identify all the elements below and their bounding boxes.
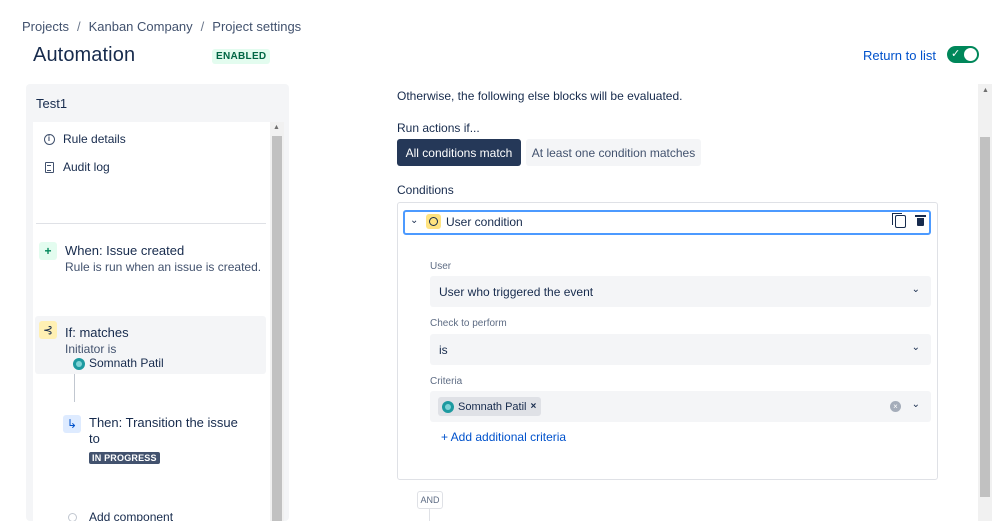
chevron-down-icon[interactable]: ⌄ — [410, 215, 418, 226]
status-lozenge: IN PROGRESS — [89, 452, 160, 464]
add-dot-icon — [68, 512, 77, 521]
status-badge: ENABLED — [212, 49, 271, 64]
rule-sidebar: Test1 i Rule details Audit log + When: I… — [26, 84, 289, 521]
scroll-up-icon[interactable]: ▲ — [982, 87, 989, 94]
audit-log-label: Audit log — [63, 160, 110, 174]
breadcrumb-separator: / — [200, 19, 205, 34]
else-description: Otherwise, the following else blocks wil… — [397, 89, 683, 103]
trigger-component[interactable]: + When: Issue created Rule is run when a… — [33, 242, 266, 282]
connector-line — [429, 509, 430, 521]
main-scrollbar[interactable]: ▲ — [978, 84, 992, 521]
condition-title: If: matches — [65, 325, 129, 340]
chevron-down-icon: ⌄ — [911, 284, 920, 295]
criteria-field-label: Criteria — [430, 376, 463, 387]
breadcrumb-project-settings[interactable]: Project settings — [212, 19, 301, 34]
main-scroll-thumb[interactable] — [980, 137, 990, 497]
user-select-value: User who triggered the event — [439, 285, 594, 299]
rule-details-item[interactable]: i Rule details — [43, 132, 126, 146]
breadcrumb-separator: / — [76, 19, 81, 34]
check-select[interactable]: is ⌄ — [430, 334, 931, 365]
page-title: Automation — [33, 44, 136, 66]
scroll-up-icon[interactable]: ▲ — [273, 124, 280, 131]
add-component-button[interactable]: Add component — [68, 510, 173, 521]
document-icon — [43, 161, 55, 173]
trigger-description: Rule is run when an issue is created. — [65, 260, 262, 274]
condition-user-name: Somnath Patil — [89, 356, 164, 370]
copy-icon[interactable] — [892, 213, 906, 228]
run-actions-label: Run actions if... — [397, 121, 480, 135]
sidebar-scrollbar[interactable]: ▲ — [270, 122, 284, 521]
user-field-label: User — [430, 261, 452, 272]
user-icon — [426, 214, 441, 229]
audit-log-item[interactable]: Audit log — [43, 160, 110, 174]
connector-line — [74, 374, 75, 402]
condition-user: Somnath Patil — [73, 356, 164, 370]
and-badge: AND — [417, 491, 443, 509]
component-list: i Rule details Audit log + When: Issue c… — [33, 122, 270, 521]
action-title: Then: Transition the issue to — [89, 415, 238, 446]
breadcrumb-kanban-company[interactable]: Kanban Company — [89, 19, 193, 34]
avatar — [73, 357, 85, 370]
avatar — [442, 400, 454, 413]
branch-icon: ⊰ — [39, 321, 57, 339]
criteria-tag: Somnath Patil × — [438, 397, 542, 416]
condition-header[interactable]: ⌄ User condition — [403, 210, 931, 235]
user-condition-card: ⌄ User condition User User who triggered… — [397, 202, 938, 480]
chevron-down-icon: ⌄ — [911, 342, 920, 353]
criteria-tag-label: Somnath Patil — [458, 400, 527, 413]
criteria-multiselect[interactable]: Somnath Patil × × ⌄ — [430, 391, 931, 422]
divider — [36, 223, 266, 224]
user-select[interactable]: User who triggered the event ⌄ — [430, 276, 931, 307]
action-status: IN PROGRESS — [89, 450, 160, 464]
info-icon: i — [43, 133, 55, 145]
clear-icon[interactable]: × — [890, 401, 901, 412]
add-criteria-link[interactable]: + Add additional criteria — [441, 430, 566, 444]
condition-card-title: User condition — [446, 215, 523, 229]
add-component-label: Add component — [89, 510, 174, 521]
breadcrumb: Projects / Kanban Company / Project sett… — [22, 19, 301, 34]
condition-description: Initiator is — [65, 342, 117, 356]
return-to-list-link[interactable]: Return to list — [863, 48, 936, 63]
rule-details-label: Rule details — [63, 132, 126, 146]
at-least-one-condition-button[interactable]: At least one condition matches — [526, 139, 701, 166]
breadcrumb-projects[interactable]: Projects — [22, 19, 69, 34]
chevron-down-icon: ⌄ — [911, 399, 920, 410]
trigger-title: When: Issue created — [65, 243, 185, 258]
all-conditions-match-button[interactable]: All conditions match — [397, 139, 521, 166]
sidebar-scroll-thumb[interactable] — [272, 136, 282, 521]
transition-icon: ↳ — [63, 415, 81, 433]
rule-name: Test1 — [36, 96, 68, 111]
condition-component[interactable]: ⊰ If: matches Initiator is Somnath Patil — [35, 316, 266, 374]
toggle-knob — [964, 48, 977, 61]
rule-enabled-toggle[interactable]: ✓ — [947, 46, 979, 63]
check-icon: ✓ — [951, 48, 961, 60]
action-component[interactable]: ↳ Then: Transition the issue to IN PROGR… — [33, 414, 266, 464]
conditions-label: Conditions — [397, 183, 454, 197]
remove-tag-icon[interactable]: × — [530, 401, 536, 412]
plus-icon: + — [39, 242, 57, 260]
trash-icon[interactable] — [915, 215, 926, 227]
check-select-value: is — [439, 343, 448, 357]
check-field-label: Check to perform — [430, 318, 507, 329]
